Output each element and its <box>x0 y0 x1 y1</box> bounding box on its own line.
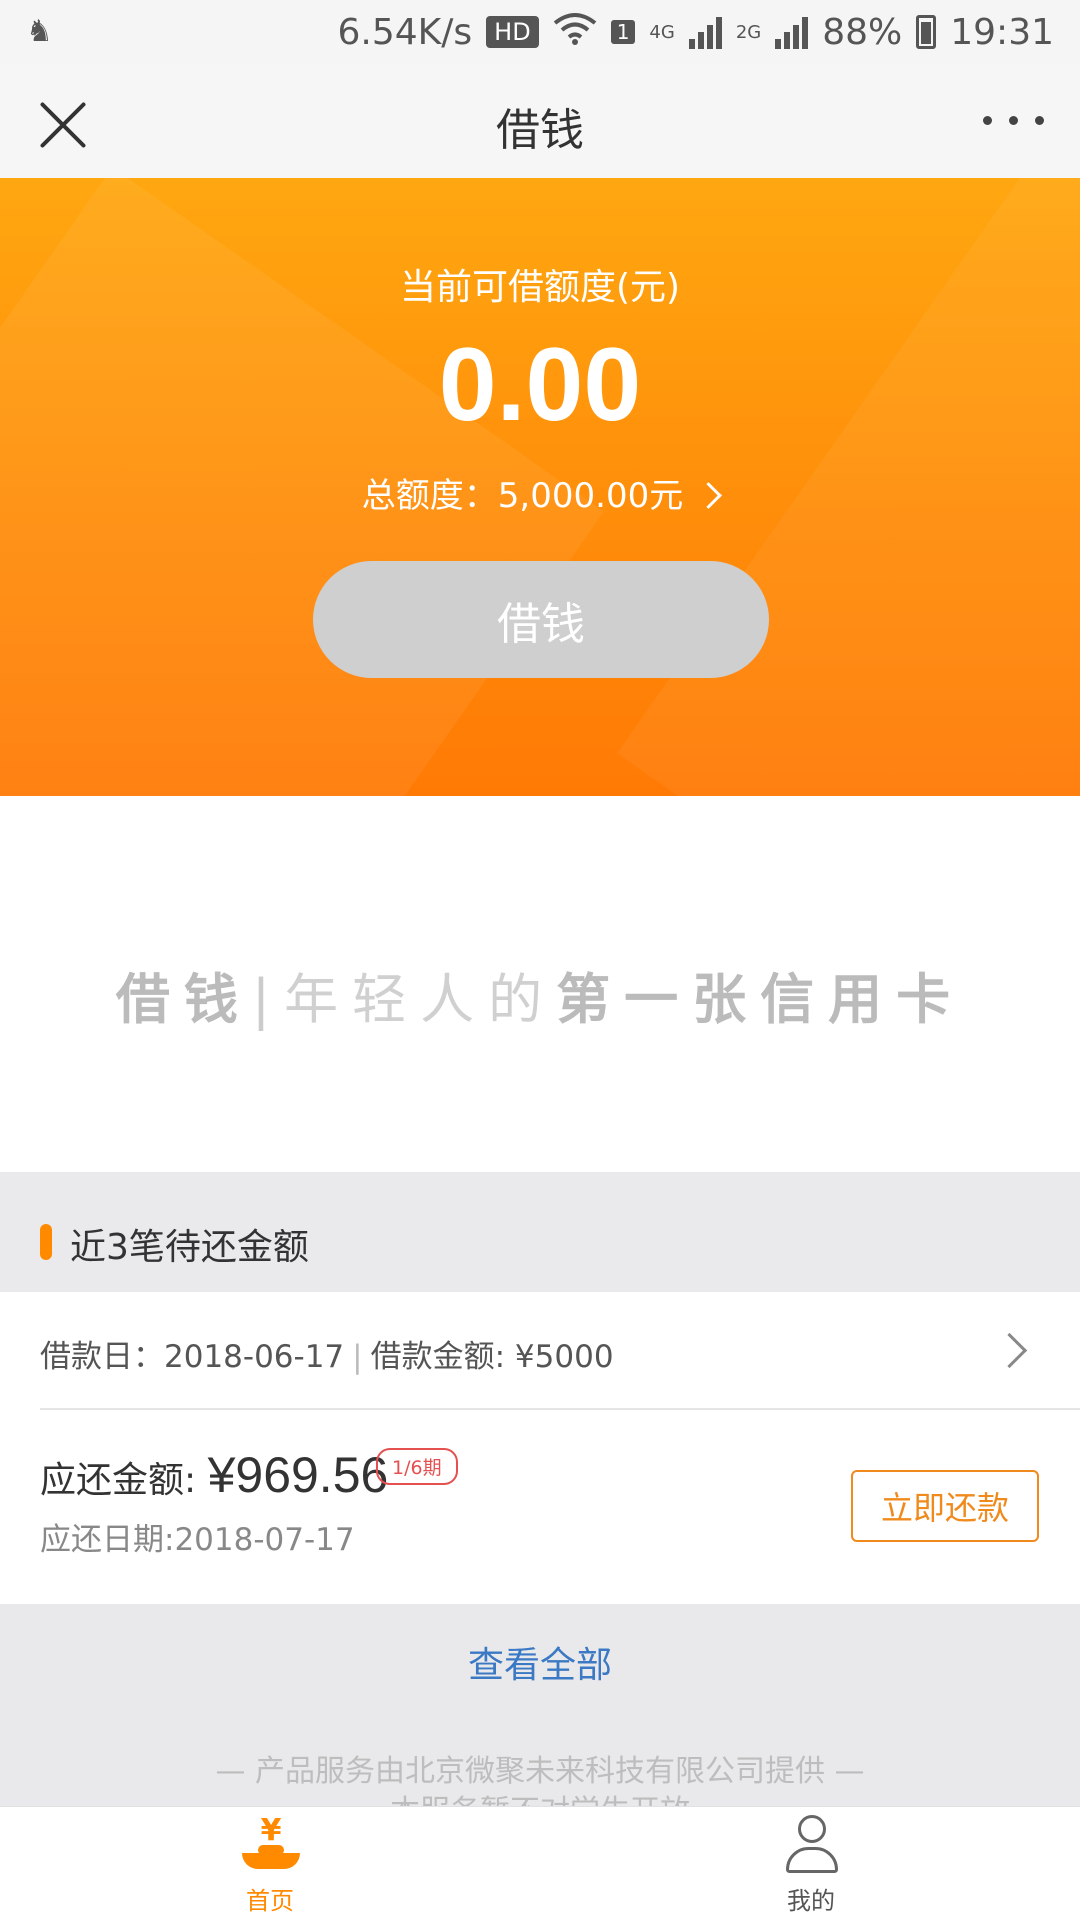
repay-now-button[interactable]: 立即还款 <box>851 1470 1039 1542</box>
total-credit-link[interactable]: 总额度：5,000.00元 <box>0 468 1080 517</box>
loan-info: 借款日：2018-06-17 | 借款金额: ¥5000 <box>40 1331 614 1376</box>
available-credit-label: 当前可借额度(元) <box>399 267 681 308</box>
slogan-brand: 借钱 <box>115 968 252 1031</box>
loan-amount: 借款金额: ¥5000 <box>370 1339 614 1375</box>
loan-info-divider: | <box>352 1339 363 1375</box>
credit-hero: 当前可借额度(元) 0.00 总额度：5,000.00元 借钱 <box>0 178 1080 796</box>
available-credit-amount: 0.00 <box>438 327 642 443</box>
tab-mine[interactable]: 我的 <box>711 1807 911 1921</box>
user-icon <box>784 1815 840 1877</box>
repay-amount-label: 应还金额: <box>40 1460 208 1501</box>
clock: 19:31 <box>950 11 1054 53</box>
battery-percent: 88% <box>822 11 903 53</box>
period-badge: 1/6期 <box>376 1448 458 1485</box>
slogan-banner: 借钱|年轻人的第一张信用卡 <box>0 955 1080 1034</box>
due-date: 应还日期:2018-07-17 <box>40 1522 355 1558</box>
home-yen-icon: ¥ <box>238 1813 304 1877</box>
section-accent-bar <box>40 1224 52 1260</box>
signal-2-icon <box>775 15 809 49</box>
tab-mine-label: 我的 <box>787 1887 835 1915</box>
hd-badge: HD <box>486 16 539 48</box>
slogan-bold: 第一张信用卡 <box>556 968 965 1031</box>
signal-icon <box>688 15 722 49</box>
pending-section-title: 近3笔待还金额 <box>70 1227 309 1268</box>
loan-date: 借款日：2018-06-17 <box>40 1339 345 1375</box>
status-bar: ♞ 6.54K/s HD 1 4G 2G 88% 19:31 <box>0 0 1080 64</box>
network-4g-label: 4G <box>649 21 675 43</box>
provider-note: — 产品服务由北京微聚未来科技有限公司提供 — <box>215 1754 865 1789</box>
repay-amount-value: ¥969.56 <box>207 1447 389 1503</box>
network-speed: 6.54K/s <box>337 11 473 53</box>
repay-amount-row: 应还金额: ¥969.56 <box>40 1446 388 1504</box>
network-2g-label: 2G <box>735 21 762 43</box>
total-credit-label: 总额度：5,000.00元 <box>361 476 684 516</box>
sim-badge: 1 <box>610 20 636 44</box>
tab-home[interactable]: ¥ 首页 <box>170 1807 370 1921</box>
borrow-button[interactable]: 借钱 <box>313 561 769 678</box>
page-title: 借钱 <box>496 105 584 156</box>
view-all-link[interactable]: 查看全部 <box>0 1636 1080 1688</box>
chevron-right-icon <box>695 482 723 509</box>
slogan-separator: | <box>251 968 285 1031</box>
status-bar-right: 6.54K/s HD 1 4G 2G 88% 19:31 <box>338 6 1055 58</box>
notification-icon: ♞ <box>26 14 53 49</box>
battery-icon <box>916 15 937 49</box>
divider <box>40 1408 1080 1410</box>
tab-bar: ¥ 首页 我的 <box>0 1806 1080 1921</box>
slogan-light: 年轻人的 <box>284 968 557 1031</box>
more-icon[interactable] <box>983 116 1044 125</box>
wifi-icon <box>553 11 597 54</box>
nav-bar: 借钱 <box>0 64 1080 179</box>
tab-home-label: 首页 <box>246 1887 294 1915</box>
